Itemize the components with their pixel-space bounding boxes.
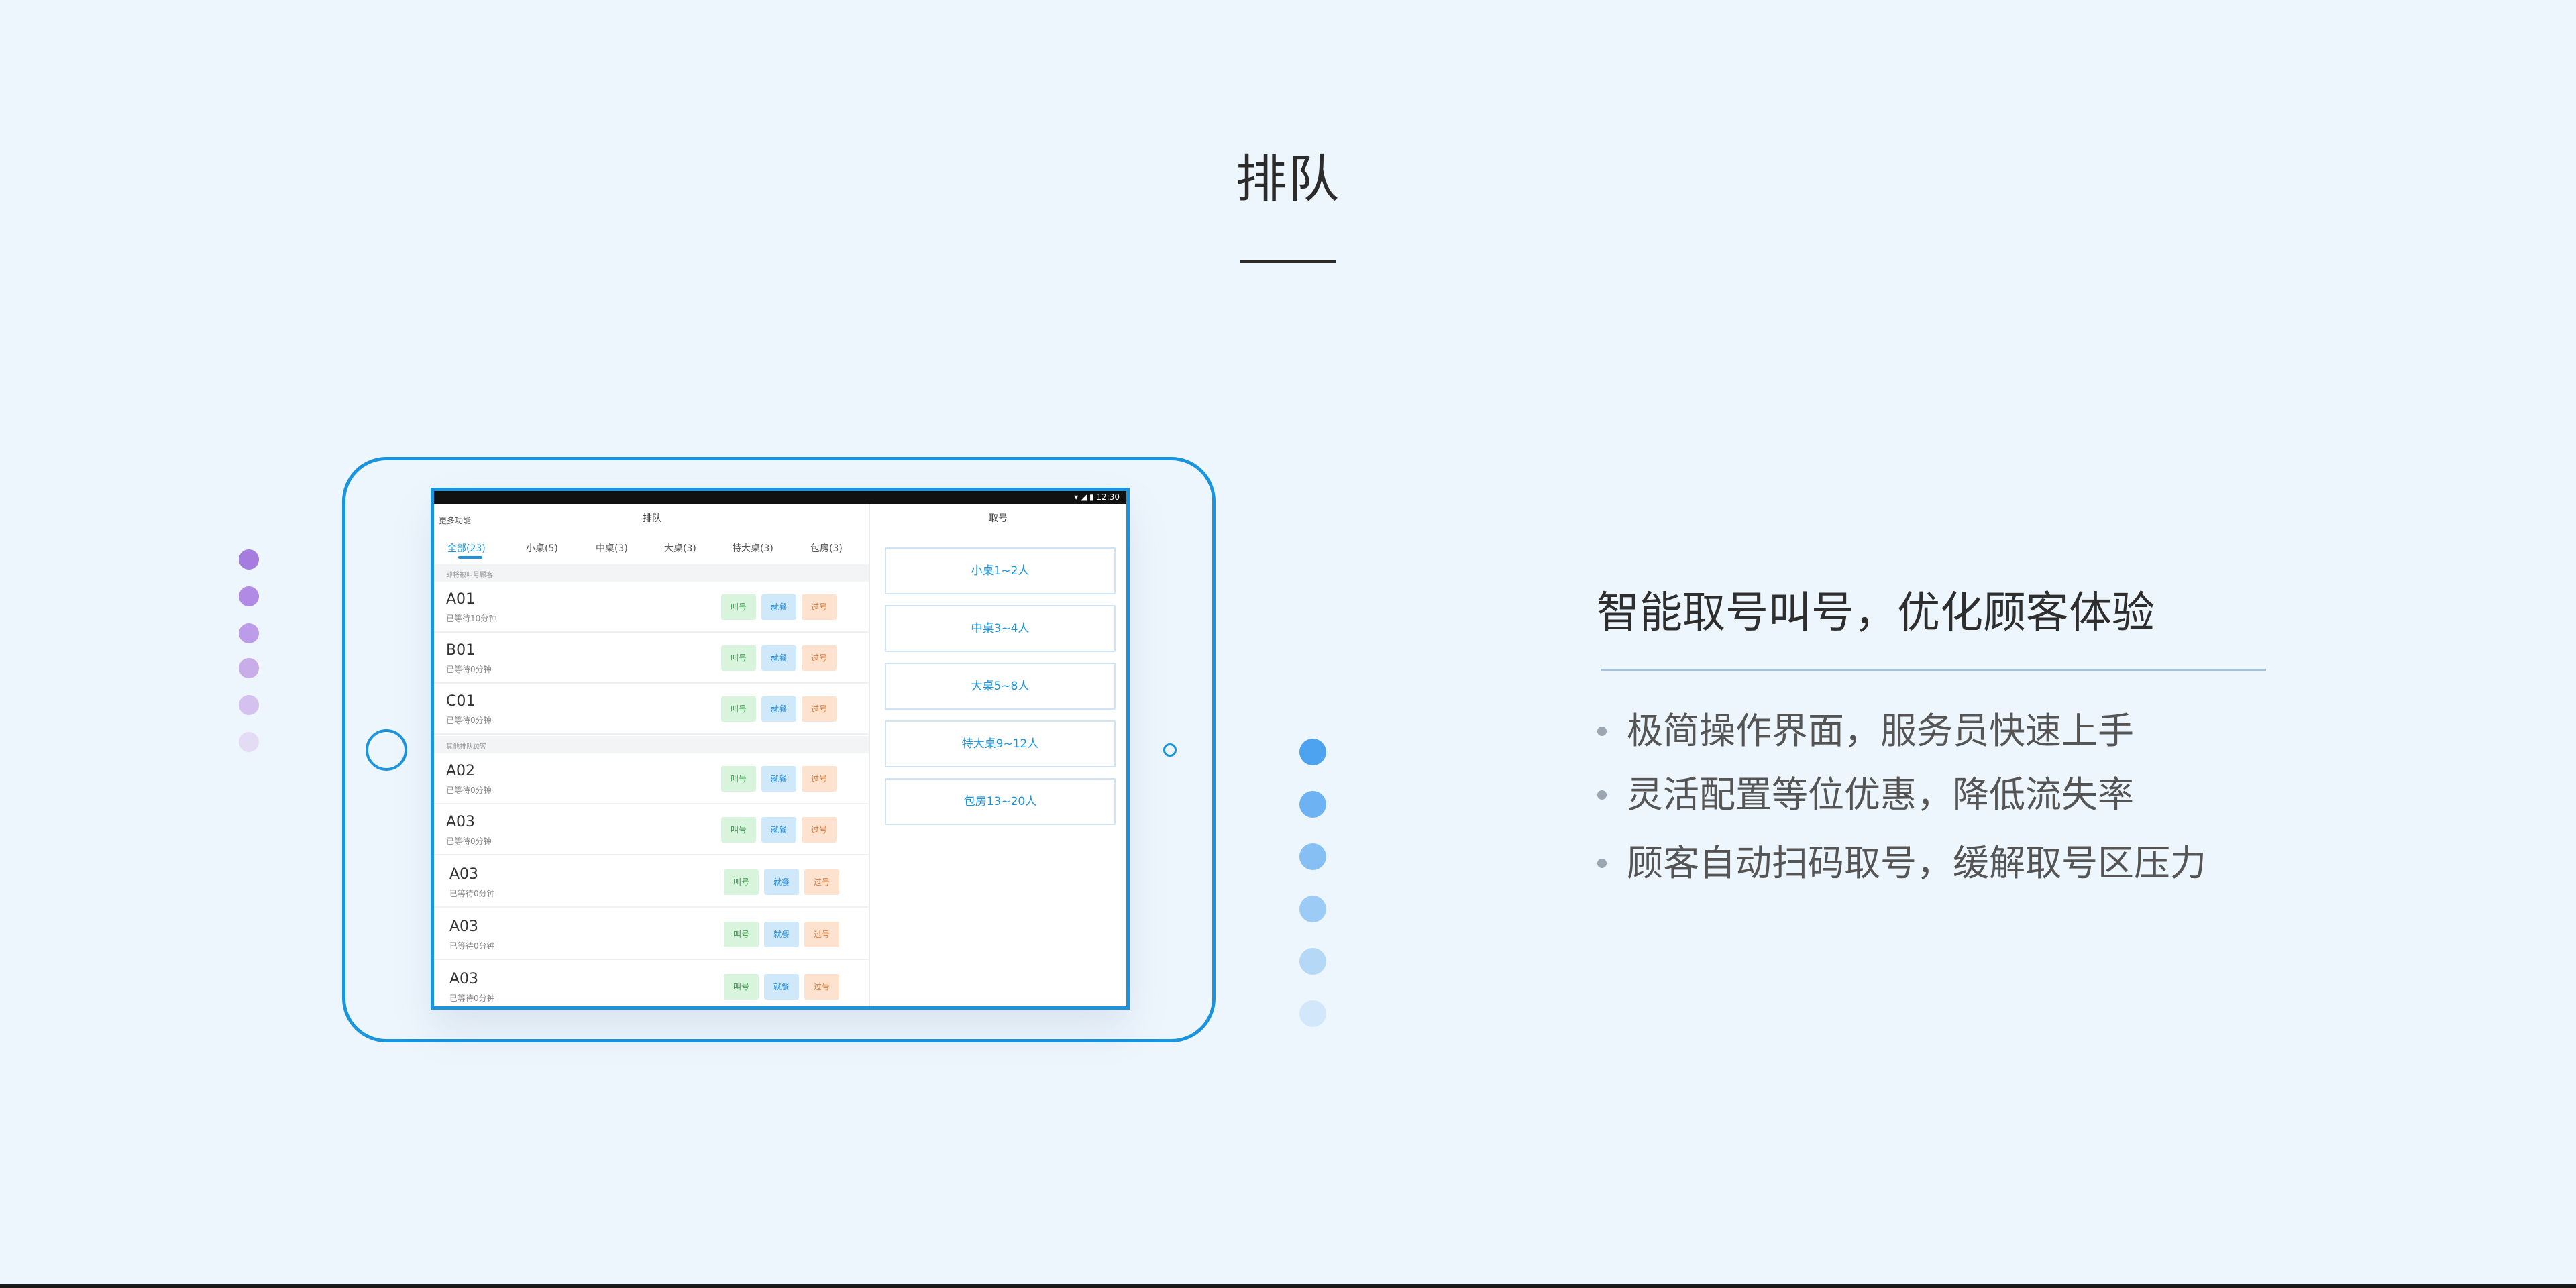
seat-button[interactable]: 就餐 bbox=[761, 766, 796, 792]
feature-bullet: 顾客自动扫码取号，缓解取号区压力 bbox=[1627, 842, 2206, 884]
table-row[interactable]: A03 已等待0分钟 叫号 就餐 过号 bbox=[434, 804, 869, 855]
queue-title: 排队 bbox=[643, 513, 661, 524]
table-row[interactable]: A03 已等待0分钟 叫号 就餐 过号 bbox=[434, 961, 869, 1006]
table-row[interactable]: A03 已等待0分钟 叫号 就餐 过号 bbox=[434, 857, 869, 908]
section-header: 即将被叫号顾客 bbox=[434, 564, 869, 582]
table-row[interactable]: A01 已等待10分钟 叫号 就餐 过号 bbox=[434, 582, 869, 633]
seat-button[interactable]: 就餐 bbox=[761, 696, 796, 722]
status-bar: ▾ ◢ ▮ 12:30 bbox=[434, 491, 1126, 504]
tab-indicator bbox=[458, 556, 482, 559]
table-row[interactable]: B01 已等待0分钟 叫号 就餐 过号 bbox=[434, 633, 869, 684]
take-small-table-button[interactable]: 小桌1~2人 bbox=[885, 547, 1116, 594]
queue-number: A02 bbox=[446, 763, 476, 780]
call-button[interactable]: 叫号 bbox=[724, 922, 759, 947]
blue-dot bbox=[1299, 896, 1326, 922]
tablet-camera bbox=[1163, 743, 1177, 757]
blue-dot bbox=[1299, 1000, 1326, 1027]
section-label: 即将被叫号顾客 bbox=[446, 572, 493, 579]
queue-panel: 更多功能 排队 全部(23) 小桌(5) 中桌(3) 大桌(3) 特大桌(3) … bbox=[434, 504, 870, 1006]
wait-time: 已等待0分钟 bbox=[449, 994, 495, 1003]
queue-number: C01 bbox=[446, 693, 476, 710]
seat-button[interactable]: 就餐 bbox=[761, 645, 796, 671]
wait-time: 已等待0分钟 bbox=[446, 837, 492, 846]
section-header: 其他排队顾客 bbox=[434, 736, 869, 753]
title-underline bbox=[1240, 260, 1336, 263]
seat-button[interactable]: 就餐 bbox=[761, 594, 796, 620]
feature-bullet: 灵活配置等位优惠，降低流失率 bbox=[1627, 773, 2134, 816]
tab-private-room[interactable]: 包房(3) bbox=[810, 541, 843, 555]
queue-number: A03 bbox=[446, 814, 476, 830]
blue-dot bbox=[1299, 843, 1326, 870]
wait-time: 已等待0分钟 bbox=[449, 889, 495, 898]
wait-time: 已等待0分钟 bbox=[446, 786, 492, 795]
purple-dot bbox=[239, 549, 259, 570]
seat-button[interactable]: 就餐 bbox=[764, 922, 799, 947]
queue-number: B01 bbox=[446, 642, 476, 659]
feature-headline: 智能取号叫号，优化顾客体验 bbox=[1597, 588, 2155, 638]
tab-large[interactable]: 大桌(3) bbox=[664, 541, 696, 555]
call-button[interactable]: 叫号 bbox=[721, 817, 756, 843]
blue-dot bbox=[1299, 739, 1326, 765]
blue-dot bbox=[1299, 948, 1326, 975]
call-button[interactable]: 叫号 bbox=[724, 869, 759, 895]
wait-time: 已等待0分钟 bbox=[446, 665, 492, 674]
wait-time: 已等待0分钟 bbox=[449, 941, 495, 951]
tab-small[interactable]: 小桌(5) bbox=[526, 541, 558, 555]
purple-dot bbox=[239, 695, 259, 715]
seat-button[interactable]: 就餐 bbox=[761, 817, 796, 843]
pass-button[interactable]: 过号 bbox=[804, 869, 839, 895]
pass-button[interactable]: 过号 bbox=[802, 594, 837, 620]
queue-number: A03 bbox=[449, 918, 479, 935]
headline-divider bbox=[1601, 669, 2266, 671]
table-row[interactable]: A02 已等待0分钟 叫号 就餐 过号 bbox=[434, 753, 869, 804]
purple-dot bbox=[239, 623, 259, 643]
tablet-screen: ▾ ◢ ▮ 12:30 更多功能 排队 全部(23) 小桌(5) 中桌(3) 大… bbox=[431, 488, 1130, 1010]
bullet-dot-icon bbox=[1597, 790, 1607, 800]
call-button[interactable]: 叫号 bbox=[721, 766, 756, 792]
queue-number: A01 bbox=[446, 591, 476, 608]
take-large-table-button[interactable]: 大桌5~8人 bbox=[885, 663, 1116, 710]
call-button[interactable]: 叫号 bbox=[721, 696, 756, 722]
tab-medium[interactable]: 中桌(3) bbox=[596, 541, 628, 555]
seat-button[interactable]: 就餐 bbox=[764, 869, 799, 895]
pass-button[interactable]: 过号 bbox=[802, 766, 837, 792]
queue-number: A03 bbox=[449, 866, 479, 883]
tab-extra-large[interactable]: 特大桌(3) bbox=[732, 541, 773, 555]
call-button[interactable]: 叫号 bbox=[721, 645, 756, 671]
page-title: 排队 bbox=[1236, 149, 1340, 209]
wait-time: 已等待0分钟 bbox=[446, 716, 492, 725]
pass-button[interactable]: 过号 bbox=[802, 645, 837, 671]
take-extra-large-table-button[interactable]: 特大桌9~12人 bbox=[885, 720, 1116, 767]
bullet-dot-icon bbox=[1597, 859, 1607, 868]
purple-dot bbox=[239, 586, 259, 606]
status-time: 12:30 bbox=[1096, 492, 1120, 502]
take-private-room-button[interactable]: 包房13~20人 bbox=[885, 778, 1116, 825]
purple-dot bbox=[239, 732, 259, 752]
bottom-border bbox=[0, 1284, 2576, 1288]
seat-button[interactable]: 就餐 bbox=[764, 974, 799, 1000]
tab-all[interactable]: 全部(23) bbox=[447, 541, 486, 555]
bullet-dot-icon bbox=[1597, 727, 1607, 736]
table-row[interactable]: A03 已等待0分钟 叫号 就餐 过号 bbox=[434, 909, 869, 960]
table-row[interactable]: C01 已等待0分钟 叫号 就餐 过号 bbox=[434, 684, 869, 735]
section-label: 其他排队顾客 bbox=[446, 743, 486, 751]
queue-number: A03 bbox=[449, 971, 479, 987]
wait-time: 已等待10分钟 bbox=[446, 614, 497, 623]
pass-button[interactable]: 过号 bbox=[804, 922, 839, 947]
tablet-home-button bbox=[366, 729, 407, 771]
call-button[interactable]: 叫号 bbox=[721, 594, 756, 620]
take-number-title: 取号 bbox=[989, 513, 1008, 524]
status-icons: ▾ ◢ ▮ 12:30 bbox=[1074, 492, 1120, 502]
blue-dot bbox=[1299, 791, 1326, 818]
call-button[interactable]: 叫号 bbox=[724, 974, 759, 1000]
pass-button[interactable]: 过号 bbox=[802, 817, 837, 843]
feature-bullet: 极简操作界面，服务员快速上手 bbox=[1627, 710, 2134, 752]
take-medium-table-button[interactable]: 中桌3~4人 bbox=[885, 605, 1116, 652]
pass-button[interactable]: 过号 bbox=[804, 974, 839, 1000]
take-number-panel: 取号 小桌1~2人 中桌3~4人 大桌5~8人 特大桌9~12人 包房13~20… bbox=[870, 504, 1126, 1006]
purple-dot bbox=[239, 658, 259, 678]
pass-button[interactable]: 过号 bbox=[802, 696, 837, 722]
